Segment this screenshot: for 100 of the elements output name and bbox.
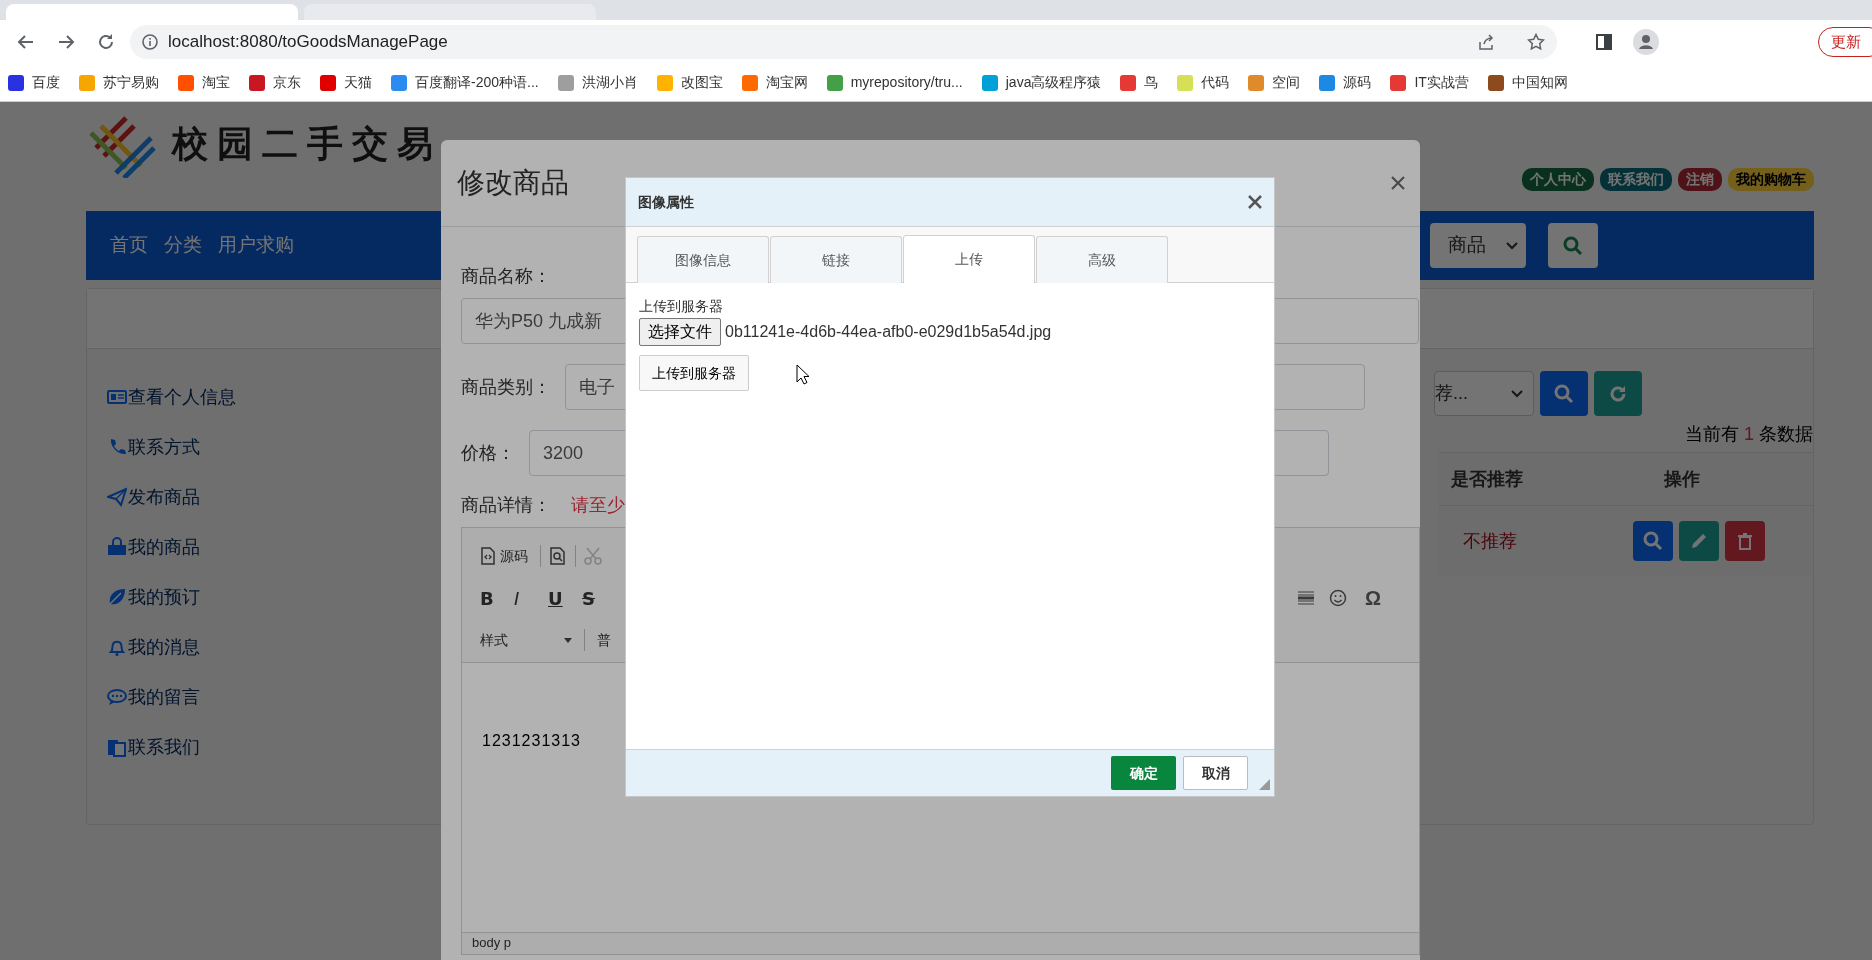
bookmark-item[interactable]: 苏宁易购: [79, 72, 159, 93]
bookmark-label: 中国知网: [1511, 73, 1568, 92]
cancel-button[interactable]: 取消: [1183, 756, 1248, 790]
sidebar-link[interactable]: 我的预订: [107, 582, 427, 612]
chevron-icon: [1506, 241, 1518, 250]
source-button[interactable]: 源码: [476, 543, 532, 569]
bookmark-item[interactable]: 洪湖小肖: [557, 72, 638, 93]
symbol-button[interactable]: Ω: [1360, 581, 1385, 615]
chat-icon: [107, 687, 127, 707]
caret-icon: [564, 637, 572, 643]
star-icon[interactable]: [1527, 33, 1545, 51]
preview-icon[interactable]: [549, 547, 567, 565]
element-path: body p: [462, 932, 1419, 954]
sidebar-link[interactable]: 我的商品: [107, 532, 427, 562]
format-button[interactable]: U: [544, 582, 574, 614]
scissors-icon: [584, 547, 602, 565]
sidebar-icon[interactable]: [1595, 33, 1613, 51]
close-icon[interactable]: [1390, 175, 1406, 191]
bookmark-label: 代码: [1201, 73, 1230, 92]
bookmark-label: 空间: [1272, 73, 1301, 92]
bookmark-item[interactable]: 代码: [1177, 72, 1230, 93]
url-text: localhost:8080/toGoodsManagePage: [168, 31, 448, 54]
bookmark-item[interactable]: 天猫: [320, 72, 372, 93]
bookmark-item[interactable]: 改图宝: [656, 72, 723, 93]
dialog-title: 图像属性: [638, 192, 694, 212]
address-bar[interactable]: localhost:8080/toGoodsManagePage: [130, 25, 1557, 59]
bookmark-label: java高级程序猿: [1005, 73, 1102, 92]
bookmark-item[interactable]: 空间: [1248, 72, 1301, 93]
refresh-icon: [1608, 383, 1628, 404]
file-name: 0b11241e-4d6b-44ea-afb0-e029d1b5a54d.jpg: [725, 322, 1052, 342]
sidebar-link[interactable]: 我的消息: [107, 632, 427, 662]
bookmark-item[interactable]: 淘宝网: [741, 72, 808, 93]
search-button[interactable]: [1548, 223, 1598, 268]
resize-grip-icon[interactable]: [1259, 779, 1270, 790]
field-label: 商品类别：: [461, 375, 551, 399]
reload-icon[interactable]: [96, 32, 116, 52]
avatar-icon[interactable]: [1633, 29, 1659, 55]
dialog-tab[interactable]: 图像信息: [637, 236, 769, 283]
bookmark-item[interactable]: 鸟: [1120, 72, 1159, 93]
bookmark-label: 鸟: [1144, 73, 1159, 92]
dialog-tab[interactable]: 上传: [903, 235, 1035, 283]
bookmark-label: 洪湖小肖: [581, 73, 638, 92]
logo-text: 校园二手交易: [172, 121, 442, 166]
share-icon[interactable]: [1477, 33, 1495, 51]
category-select[interactable]: 商品: [1430, 223, 1526, 268]
sidebar-link[interactable]: 联系方式: [107, 432, 427, 462]
bookmark-label: 苏宁易购: [103, 73, 159, 92]
sidebar-link[interactable]: 我的留言: [107, 682, 427, 712]
format-button[interactable]: S: [578, 582, 608, 614]
field-label: 价格：: [461, 441, 515, 465]
bookmark-label: 京东: [273, 73, 301, 92]
bookmark-label: 改图宝: [680, 73, 723, 92]
record-count: 当前有 1 条数据: [1684, 423, 1813, 446]
search-icon: [1643, 531, 1663, 551]
bookmark-item[interactable]: 源码: [1319, 72, 1372, 93]
bookmark-item[interactable]: java高级程序猿: [981, 72, 1102, 93]
bookmark-label: 百度翻译-200种语...: [415, 73, 539, 92]
bag-icon: [107, 537, 127, 557]
bookmark-item[interactable]: 淘宝: [178, 72, 230, 93]
sidebar-link[interactable]: 联系我们: [107, 732, 427, 762]
close-icon[interactable]: [1248, 195, 1262, 209]
choose-file-button[interactable]: 选择文件: [639, 318, 721, 346]
bookmark-label: 百度: [32, 73, 60, 92]
id-card-icon: [107, 387, 127, 407]
ok-button[interactable]: 确定: [1111, 756, 1176, 790]
upload-button[interactable]: 上传到服务器: [639, 355, 749, 391]
copy-icon: [107, 737, 127, 757]
format-dropdown[interactable]: 普: [593, 627, 615, 653]
info-icon[interactable]: [142, 34, 158, 50]
bookmark-item[interactable]: 中国知网: [1487, 72, 1568, 93]
bookmark-item[interactable]: 京东: [249, 72, 301, 93]
horizontal-rule-icon[interactable]: [1296, 589, 1315, 607]
field-label: 商品详情：: [461, 494, 551, 517]
hint-text: 请至少: [571, 494, 625, 517]
bookmark-item[interactable]: 百度翻译-200种语...: [391, 72, 539, 93]
field-label: 上传到服务器: [639, 297, 724, 316]
update-button[interactable]: 更新: [1818, 27, 1872, 57]
view-button[interactable]: [1633, 521, 1673, 561]
modal-title: 修改商品: [457, 166, 569, 200]
sidebar-link[interactable]: 查看个人信息: [107, 382, 427, 412]
smiley-icon[interactable]: [1328, 589, 1347, 607]
search-button[interactable]: [1540, 371, 1588, 416]
field-label: 商品名称：: [461, 265, 552, 288]
delete-button[interactable]: [1725, 521, 1765, 561]
search-icon: [1554, 383, 1574, 404]
bookmark-item[interactable]: 百度: [8, 72, 60, 93]
style-dropdown[interactable]: 样式: [476, 627, 576, 653]
sidebar-link[interactable]: 发布商品: [107, 482, 427, 512]
table-header-cell-text: 操作: [1663, 467, 1701, 491]
bookmark-item[interactable]: myrepository/tru...: [826, 72, 963, 93]
dialog-tab[interactable]: 高级: [1036, 236, 1168, 283]
bookmark-label: 源码: [1343, 73, 1372, 92]
table-header-cell-text: 是否推荐: [1450, 467, 1524, 491]
format-button[interactable]: B: [476, 582, 506, 614]
bookmark-item[interactable]: IT实战营: [1390, 72, 1469, 93]
table-cell: 不推荐: [1463, 530, 1517, 551]
leaf-icon: [107, 587, 127, 607]
format-button[interactable]: I: [510, 582, 540, 614]
filter-select[interactable]: 荐...: [1434, 371, 1534, 416]
dialog-tab[interactable]: 链接: [770, 236, 902, 283]
